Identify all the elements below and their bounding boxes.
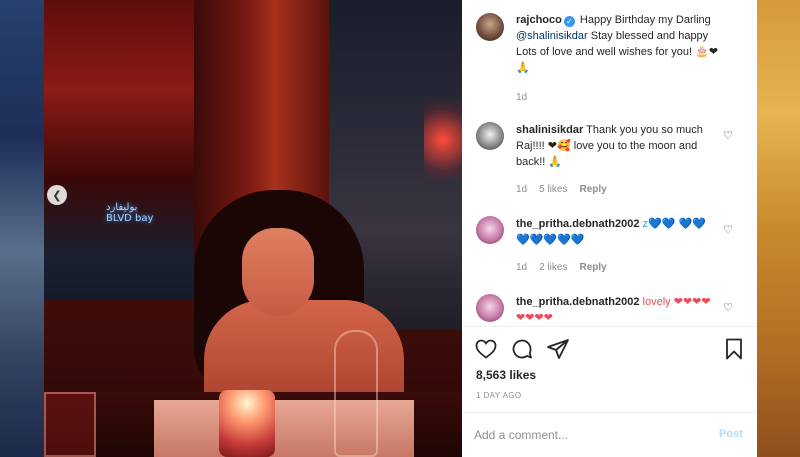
wine-glass [334,330,378,457]
window-view-left [44,0,194,300]
comment-item: shalinisikdar Thank you you so much Raj!… [516,122,716,170]
caption-username[interactable]: rajchoco [516,14,562,26]
blurred-background-right [757,0,800,457]
comment-username[interactable]: the_pritha.debnath2002 [516,296,639,308]
caption-mention[interactable]: @shalinisikdar [516,30,588,42]
paper-plane-icon[interactable] [546,337,570,361]
comment-age: 1d [516,184,528,195]
comment-input[interactable] [474,425,704,445]
reply-button[interactable]: Reply [579,184,606,195]
heart-icon[interactable]: ♡ [721,128,735,142]
heart-icon[interactable] [474,337,498,361]
post-timestamp: 1 DAY AGO [476,391,522,400]
comment-meta: 1d 2 likes Reply [516,262,607,273]
post-button[interactable]: Post [719,428,743,440]
heart-icon[interactable]: ♡ [721,222,735,236]
comment-age: 1d [516,262,528,273]
add-comment-bar: Post [462,412,757,457]
city-lights [424,100,462,180]
comments-section: rajchoco ✓ Happy Birthday my Darling @sha… [462,0,757,326]
post-photo[interactable]: بوليفارد BLVD bay [44,0,462,457]
blurred-background-left [0,0,44,457]
comment-icon[interactable] [510,337,534,361]
comment-likes[interactable]: 5 likes [539,184,567,195]
comment-item: the_pritha.debnath2002 z💙💙 💙💙💙💙💙💙💙 [516,216,716,248]
carousel-prev-button[interactable]: ❮ [47,185,67,205]
comment-username[interactable]: shalinisikdar [516,124,583,136]
chevron-left-icon: ❮ [52,189,62,202]
avatar[interactable] [476,122,504,150]
bookmark-icon[interactable] [722,337,746,361]
comment-item: the_pritha.debnath2002 lovely ❤❤❤❤❤❤❤❤ [516,294,716,326]
comment-username[interactable]: the_pritha.debnath2002 [516,218,639,230]
verified-badge-icon: ✓ [563,16,575,27]
caption-age: 1d [516,92,528,103]
likes-count[interactable]: 8,563 likes [476,368,536,382]
comment-meta: 1d 5 likes Reply [516,184,607,195]
avatar[interactable] [476,294,504,322]
avatar[interactable] [476,13,504,41]
caption: rajchoco ✓ Happy Birthday my Darling @sha… [516,12,726,76]
reply-button[interactable]: Reply [579,262,606,273]
candle-holder [219,390,275,457]
water-glass [44,392,96,457]
post-side-panel: rajchoco ✓ Happy Birthday my Darling @sha… [462,0,757,457]
neon-sign: بوليفارد BLVD bay [106,202,154,224]
post-actions: 8,563 likes 1 DAY AGO [462,327,757,411]
avatar[interactable] [476,216,504,244]
caption-meta: 1d [516,92,527,103]
person-face [242,228,314,316]
comment-likes[interactable]: 2 likes [539,262,567,273]
caption-text-before: Happy Birthday my Darling [579,14,711,26]
heart-icon[interactable]: ♡ [721,300,735,314]
